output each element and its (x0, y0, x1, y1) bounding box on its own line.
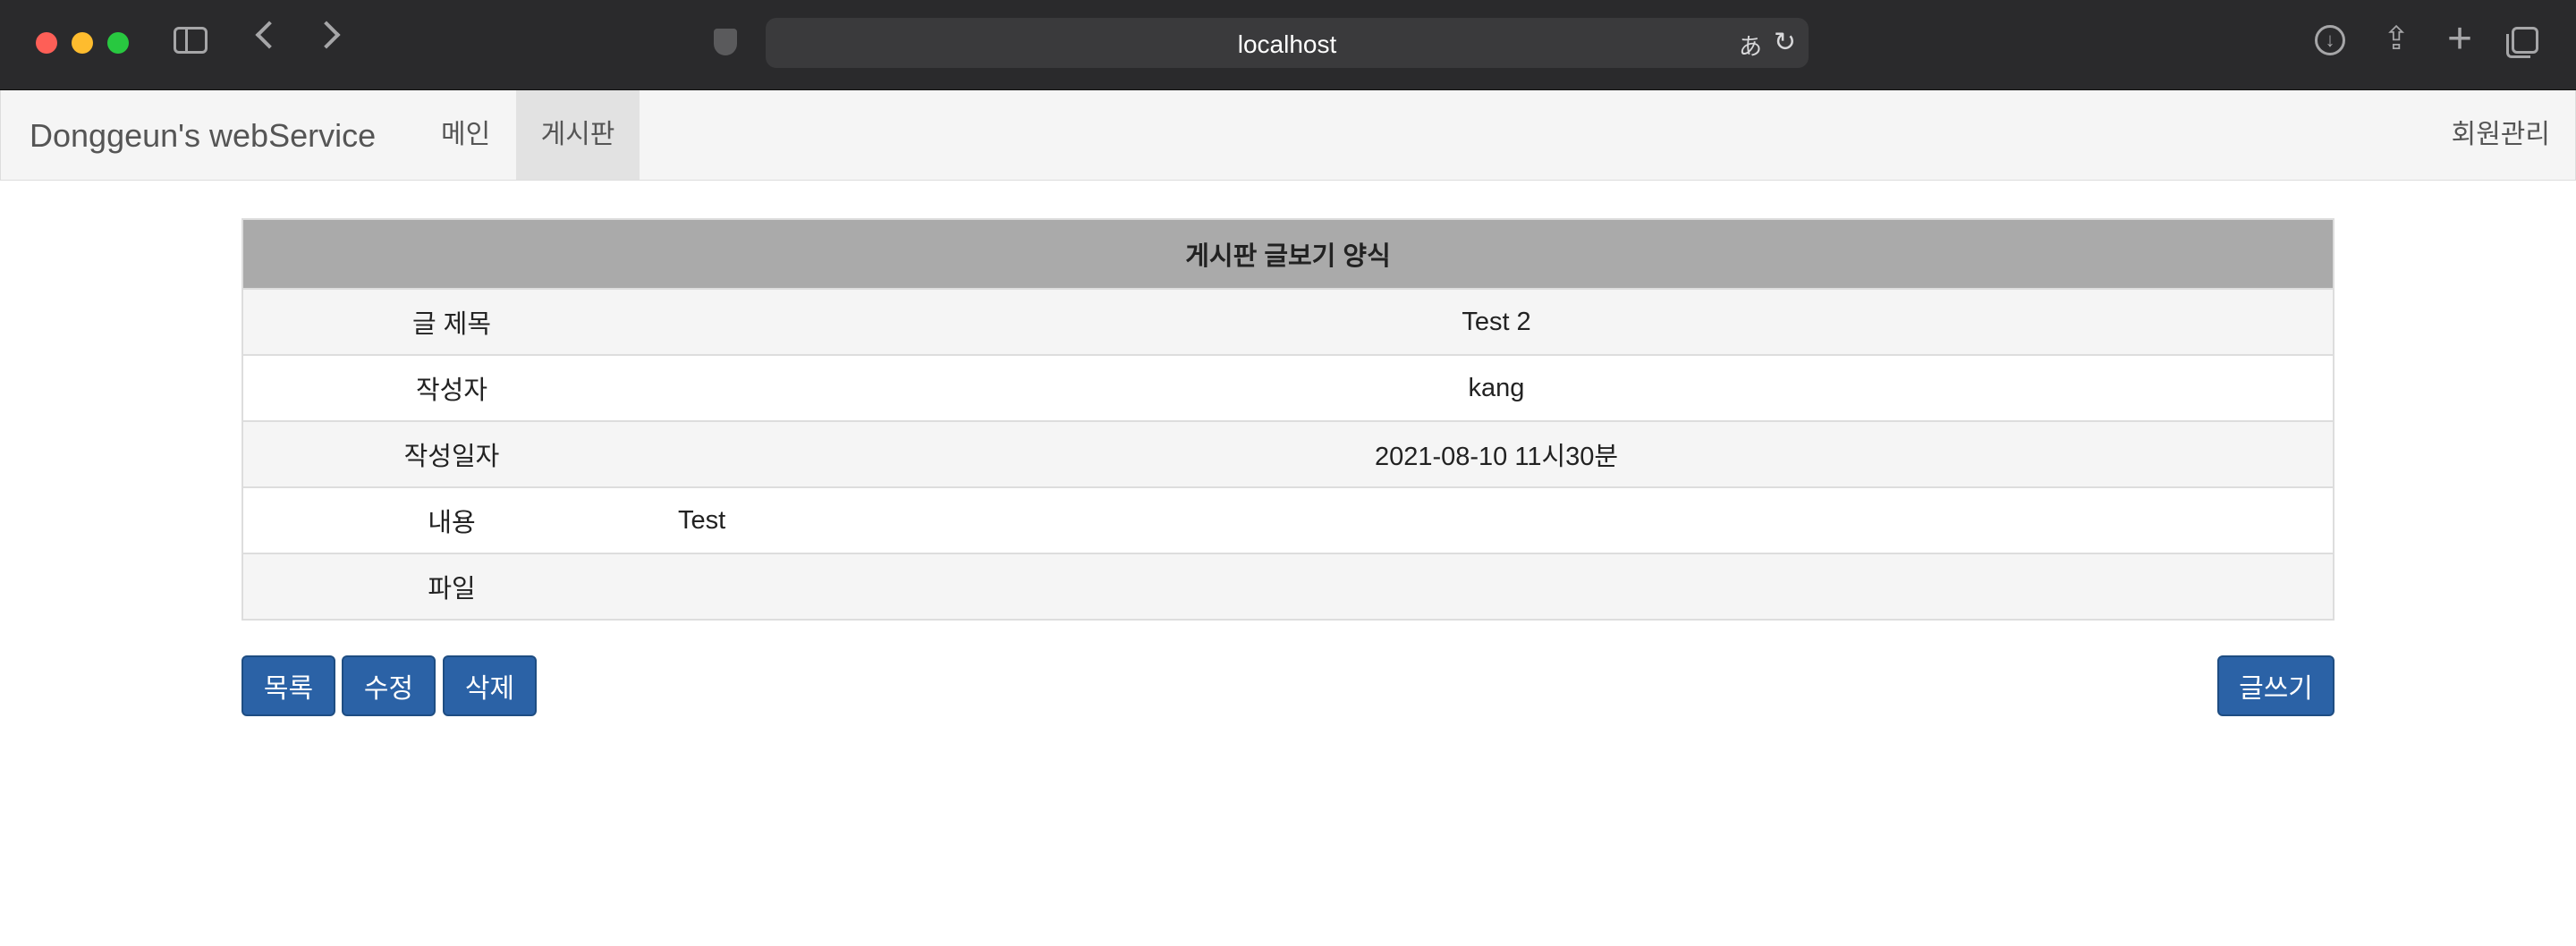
row-label: 내용 (242, 486, 660, 553)
shield-icon (714, 29, 737, 55)
table-row-content: 내용 Test (242, 486, 2334, 553)
new-tab-icon[interactable]: + (2447, 14, 2472, 63)
translate-icon[interactable]: あ (1739, 29, 1762, 62)
download-icon[interactable]: ↓ (2315, 25, 2345, 55)
brand-link[interactable]: Donggeun's webService (30, 117, 376, 155)
post-date-value: 2021-08-10 11시30분 (660, 420, 2334, 487)
share-icon[interactable]: ⇪ (2383, 20, 2410, 57)
table-header: 게시판 글보기 양식 (242, 219, 2334, 290)
table-row-title: 글 제목 Test 2 (242, 288, 2334, 355)
nav-item-member-management[interactable]: 회원관리 (2427, 90, 2575, 180)
nav-item-main[interactable]: 메인 (416, 90, 515, 180)
row-label: 작성자 (242, 354, 660, 421)
address-bar[interactable]: localhost あ ↻ (766, 18, 1809, 68)
tab-overview-icon[interactable] (2506, 27, 2538, 58)
sidebar-toggle-icon[interactable] (174, 27, 208, 54)
row-label: 파일 (242, 553, 660, 620)
edit-button[interactable]: 수정 (342, 655, 436, 716)
close-window-button[interactable] (36, 32, 57, 54)
delete-button[interactable]: 삭제 (443, 655, 537, 716)
table-row-date: 작성일자 2021-08-10 11시30분 (242, 420, 2334, 487)
back-arrow-icon[interactable] (255, 21, 284, 49)
list-button[interactable]: 목록 (242, 655, 335, 716)
nav-item-board[interactable]: 게시판 (516, 90, 640, 180)
row-label: 작성일자 (242, 420, 660, 487)
table-row-author: 작성자 kang (242, 354, 2334, 421)
post-content-value: Test (660, 486, 2334, 553)
post-file-value[interactable] (660, 553, 2334, 620)
site-navbar: Donggeun's webService 메인 게시판 회원관리 (0, 90, 2576, 181)
post-title-value: Test 2 (660, 288, 2334, 355)
table-row-file: 파일 (242, 553, 2334, 620)
browser-toolbar: localhost あ ↻ ↓ ⇪ + (0, 0, 2576, 90)
maximize-window-button[interactable] (107, 32, 129, 54)
forward-arrow-icon[interactable] (312, 21, 341, 49)
post-author-value: kang (660, 354, 2334, 421)
row-label: 글 제목 (242, 288, 660, 355)
url-text[interactable]: localhost (766, 30, 1809, 59)
minimize-window-button[interactable] (72, 32, 93, 54)
write-button[interactable]: 글쓰기 (2217, 655, 2334, 716)
reload-icon[interactable]: ↻ (1774, 27, 1796, 58)
post-view-table: 게시판 글보기 양식 글 제목 Test 2 작성자 kang 작성일자 202… (242, 218, 2334, 621)
